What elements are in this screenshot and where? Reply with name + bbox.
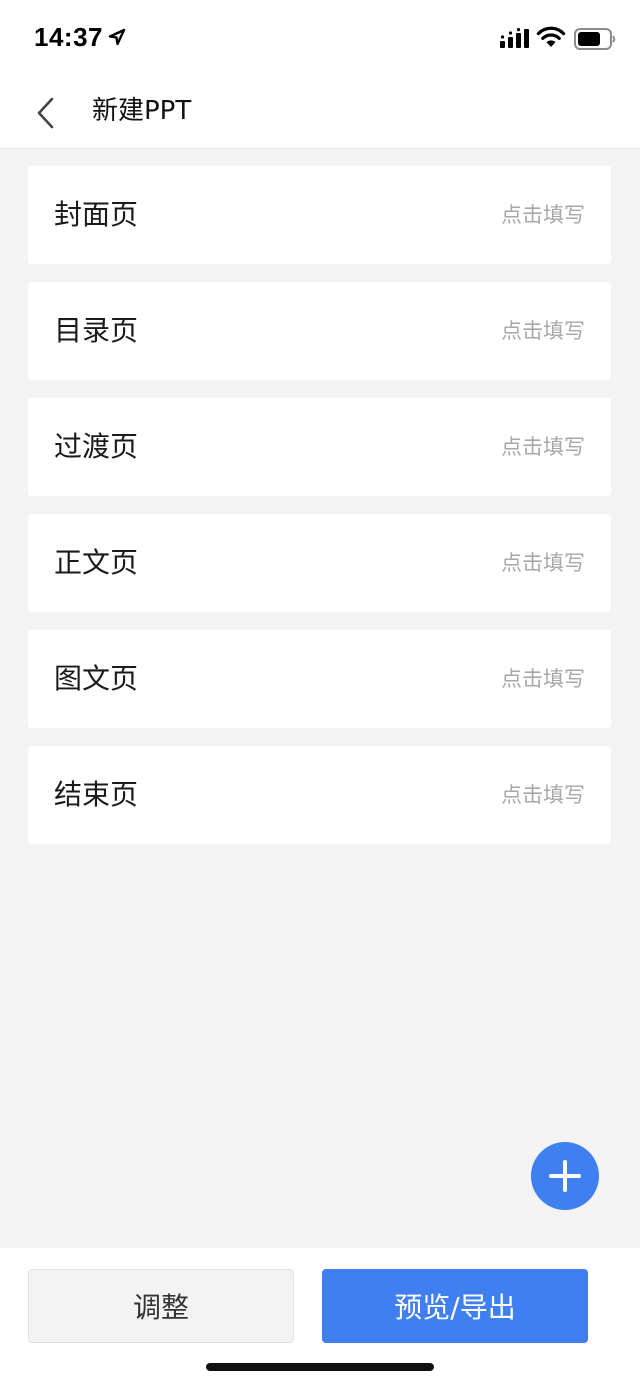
page-item-label: 结束页	[54, 778, 139, 811]
page-item-image-text[interactable]: 图文页 点击填写	[28, 630, 611, 728]
page-item-ending[interactable]: 结束页 点击填写	[28, 746, 611, 844]
page-item-hint: 点击填写	[501, 551, 585, 575]
page-item-label: 目录页	[54, 314, 139, 347]
cellular-signal-icon	[500, 28, 529, 48]
add-page-button[interactable]	[531, 1142, 599, 1210]
page-item-label: 图文页	[54, 662, 139, 695]
page-item-toc[interactable]: 目录页 点击填写	[28, 282, 611, 380]
page-item-hint: 点击填写	[501, 435, 585, 459]
page-list: 封面页 点击填写 目录页 点击填写 过渡页 点击填写 正文页 点击填写 图文页 …	[28, 166, 611, 862]
page-item-transition[interactable]: 过渡页 点击填写	[28, 398, 611, 496]
page-item-body[interactable]: 正文页 点击填写	[28, 514, 611, 612]
wifi-icon	[536, 26, 566, 47]
page-item-hint: 点击填写	[501, 319, 585, 343]
chevron-left-icon	[37, 97, 54, 129]
home-indicator	[206, 1363, 434, 1371]
bottom-action-bar: 调整 预览/导出	[0, 1248, 640, 1386]
page-item-label: 封面页	[54, 198, 139, 231]
location-arrow-icon	[108, 28, 126, 46]
preview-export-button[interactable]: 预览/导出	[322, 1269, 588, 1343]
page-item-label: 过渡页	[54, 430, 139, 463]
page-title: 新建PPT	[92, 96, 192, 126]
battery-icon	[574, 28, 616, 50]
back-button[interactable]	[24, 88, 68, 138]
status-time: 14:37	[34, 22, 103, 52]
page-item-cover[interactable]: 封面页 点击填写	[28, 166, 611, 264]
page-item-hint: 点击填写	[501, 667, 585, 691]
page-item-hint: 点击填写	[501, 783, 585, 807]
page-item-hint: 点击填写	[501, 203, 585, 227]
nav-bar: 新建PPT	[0, 80, 640, 149]
page-item-label: 正文页	[54, 546, 139, 579]
plus-icon	[549, 1160, 581, 1192]
status-bar: 14:37	[0, 0, 640, 80]
adjust-button[interactable]: 调整	[28, 1269, 294, 1343]
